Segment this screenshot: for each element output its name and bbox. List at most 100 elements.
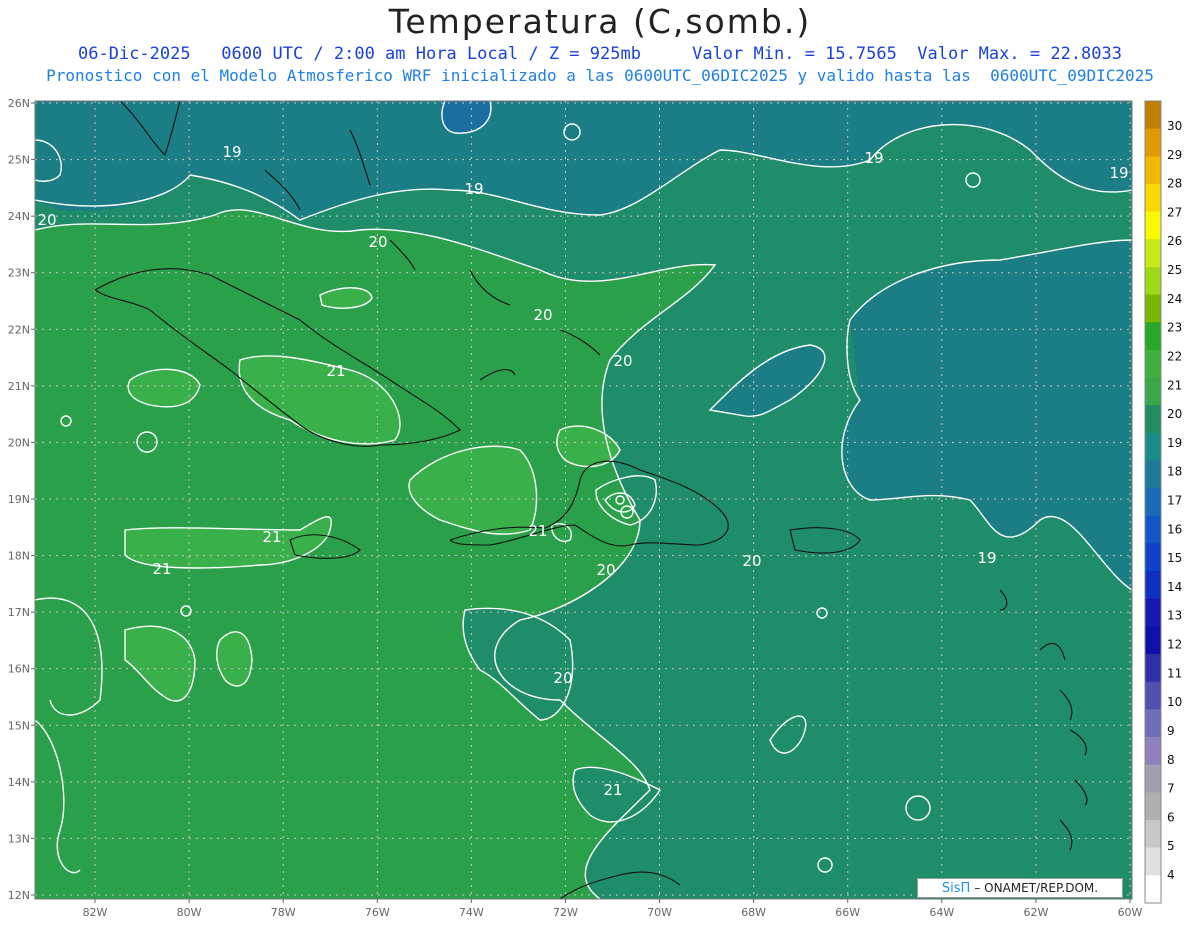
lat-label: 23N xyxy=(8,267,30,280)
colorbar-swatch xyxy=(1145,322,1161,351)
colorbar-label: 14 xyxy=(1167,580,1182,594)
colorbar-label: 24 xyxy=(1167,292,1182,306)
colorbar-swatch xyxy=(1145,156,1161,185)
colorbar-swatch xyxy=(1145,571,1161,600)
colorbar-swatch xyxy=(1145,377,1161,406)
contour-label: 21 xyxy=(262,528,281,546)
lon-label: 72W xyxy=(553,906,578,919)
lat-label: 14N xyxy=(8,776,30,789)
colorbar-swatch xyxy=(1145,128,1161,157)
lon-label: 78W xyxy=(271,906,296,919)
colorbar-label: 8 xyxy=(1167,753,1175,767)
lon-label: 70W xyxy=(647,906,672,919)
colorbar-swatch xyxy=(1145,405,1161,434)
contour-label: 20 xyxy=(613,352,632,370)
lat-label: 26N xyxy=(8,97,30,110)
colorbar-label: 9 xyxy=(1167,724,1175,738)
lon-label: 62W xyxy=(1023,906,1048,919)
colorbar-swatch xyxy=(1145,654,1161,683)
colorbar-swatch xyxy=(1145,101,1161,130)
contour-label: 20 xyxy=(368,233,387,251)
colorbar-label: 26 xyxy=(1167,234,1182,248)
contour-label: 20 xyxy=(553,669,572,687)
contour-label: 21 xyxy=(152,560,171,578)
colorbar-swatch xyxy=(1145,239,1161,268)
lon-label: 76W xyxy=(365,906,390,919)
colorbar-swatch xyxy=(1145,820,1161,849)
colorbar-label: 16 xyxy=(1167,522,1182,536)
contour-label: 21 xyxy=(326,362,345,380)
colorbar-label: 6 xyxy=(1167,810,1175,824)
credit-text: – ONAMET/REP.DOM. xyxy=(974,881,1099,895)
colorbar-label: 12 xyxy=(1167,638,1182,652)
colorbar-label: 30 xyxy=(1167,119,1182,133)
colorbar-label: 22 xyxy=(1167,349,1182,363)
colorbar-swatch xyxy=(1145,626,1161,655)
lon-label: 80W xyxy=(177,906,202,919)
colorbar-label: 23 xyxy=(1167,321,1182,335)
contour-label: 19 xyxy=(864,149,883,167)
contour-label: 19 xyxy=(222,143,241,161)
contour-label: 20 xyxy=(742,552,761,570)
colorbar-label: 15 xyxy=(1167,551,1182,565)
contour-label: 20 xyxy=(37,211,56,229)
colorbar-label: 19 xyxy=(1167,436,1182,450)
lon-label: 60W xyxy=(1118,906,1143,919)
latitude-axis: 26N 25N 24N 23N 22N 21N 20N 19N 18N 17N 16N 15N 14N 1… xyxy=(8,97,35,902)
colorbar-label: 4 xyxy=(1167,868,1175,882)
colorbar-swatch xyxy=(1145,294,1161,323)
colorbar-label: 20 xyxy=(1167,407,1182,421)
lat-label: 20N xyxy=(8,436,30,449)
colorbar: 30 29 28 27 26 25 24 23 22 21 20 19 18 17 16 15 14 13 12 11… xyxy=(1144,100,1182,904)
colorbar-swatch xyxy=(1145,488,1161,517)
lat-label: 17N xyxy=(8,606,30,619)
colorbar-swatch xyxy=(1145,183,1161,213)
contour-label: 21 xyxy=(528,522,547,540)
lon-label: 66W xyxy=(835,906,860,919)
temperature-map: 26N 25N 24N 23N 22N 21N 20N 19N 18N 17N 16N 15N 14N 1… xyxy=(8,97,1183,919)
lon-label: 74W xyxy=(459,906,484,919)
colorbar-label: 17 xyxy=(1167,494,1182,508)
colorbar-label: 18 xyxy=(1167,465,1182,479)
lon-label: 68W xyxy=(741,906,766,919)
colorbar-swatch xyxy=(1145,211,1161,240)
colorbar-label: 10 xyxy=(1167,695,1182,709)
colorbar-label: 5 xyxy=(1167,839,1175,853)
contour-label: 20 xyxy=(596,561,615,579)
colorbar-swatch xyxy=(1145,515,1161,544)
contour-label: 21 xyxy=(603,781,622,799)
lat-label: 21N xyxy=(8,380,30,393)
lat-label: 15N xyxy=(8,719,30,732)
lat-label: 24N xyxy=(8,210,30,223)
lat-label: 18N xyxy=(8,550,30,563)
colorbar-label: 28 xyxy=(1167,177,1182,191)
lat-label: 16N xyxy=(8,663,30,676)
credit-box: SisΠ – ONAMET/REP.DOM. xyxy=(917,878,1123,898)
colorbar-swatch xyxy=(1145,737,1161,766)
lon-label: 64W xyxy=(929,906,954,919)
colorbar-label: 27 xyxy=(1167,205,1182,219)
contour-label: 19 xyxy=(977,549,996,567)
colorbar-label: 13 xyxy=(1167,609,1182,623)
colorbar-swatch xyxy=(1145,266,1161,296)
colorbar-swatch xyxy=(1145,460,1161,489)
colorbar-label: 25 xyxy=(1167,263,1182,277)
lon-label: 82W xyxy=(83,906,108,919)
contour-label: 19 xyxy=(1109,164,1128,182)
lat-label: 19N xyxy=(8,493,30,506)
longitude-axis: 82W 80W 78W 76W 74W 72W 70W 68W 66W 64W 62W 60W xyxy=(83,899,1143,919)
colorbar-swatch xyxy=(1145,792,1161,821)
colorbar-label: 7 xyxy=(1167,782,1175,796)
lat-label: 12N xyxy=(8,889,30,902)
colorbar-label: 21 xyxy=(1167,378,1182,392)
colorbar-swatch xyxy=(1145,543,1161,572)
sisi-logo: SisΠ xyxy=(941,880,971,896)
lat-label: 22N xyxy=(8,323,30,336)
colorbar-swatch xyxy=(1145,847,1161,876)
colorbar-label: 11 xyxy=(1167,666,1182,680)
colorbar-swatch xyxy=(1145,432,1161,462)
colorbar-label: 29 xyxy=(1167,148,1182,162)
lat-label: 13N xyxy=(8,832,30,845)
colorbar-swatch xyxy=(1145,349,1161,379)
colorbar-swatch xyxy=(1145,681,1161,710)
